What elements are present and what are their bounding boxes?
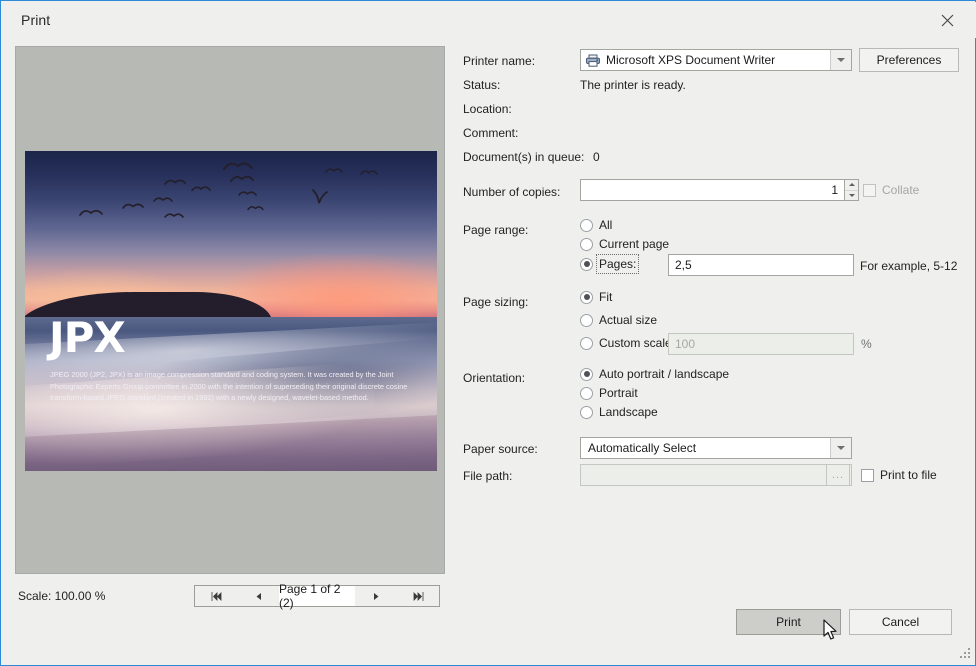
comment-label: Comment: — [463, 126, 518, 140]
last-page-icon[interactable] — [397, 586, 439, 606]
printer-icon — [581, 54, 600, 67]
queue-value: 0 — [593, 150, 600, 164]
page-title: Print — [21, 12, 50, 28]
page-sizing-radio-fit[interactable]: Fit — [580, 290, 612, 304]
page-range-radio-current-page[interactable]: Current page — [580, 237, 669, 251]
orientation-landscape-label: Landscape — [599, 405, 658, 419]
print-preview-pane[interactable]: JPX JPEG 2000 (JP2, JPX) is an image com… — [15, 46, 445, 574]
custom-scale-input: 100 — [668, 333, 854, 355]
stepper-up-icon[interactable] — [845, 180, 858, 191]
page-sizing-radio-actual-size[interactable]: Actual size — [580, 313, 657, 327]
file-path-label: File path: — [463, 469, 512, 483]
bird-icon — [311, 187, 329, 205]
stepper-down-icon[interactable] — [845, 191, 858, 201]
bird-icon — [247, 204, 264, 212]
printer-name-label: Printer name: — [463, 54, 535, 68]
page-range-all-label: All — [599, 218, 612, 232]
preview-page-image: JPX JPEG 2000 (JP2, JPX) is an image com… — [25, 151, 437, 471]
print-dialog: Print — [0, 0, 976, 666]
bird-icon — [164, 177, 186, 187]
radio-dot — [580, 238, 593, 251]
radio-dot — [580, 387, 593, 400]
page-sizing-actual-size-label: Actual size — [599, 313, 657, 327]
page-sizing-fit-label: Fit — [599, 290, 612, 304]
copies-stepper[interactable] — [845, 179, 859, 201]
scale-label: Scale: 100.00 % — [18, 589, 105, 603]
status-value: The printer is ready. — [580, 78, 686, 92]
orientation-radio-landscape[interactable]: Landscape — [580, 405, 658, 419]
preview-body-text: JPEG 2000 (JP2, JPX) is an image compres… — [50, 369, 420, 404]
copies-value: 1 — [581, 183, 844, 197]
orientation-auto-label: Auto portrait / landscape — [599, 367, 729, 381]
printer-name-value: Microsoft XPS Document Writer — [600, 53, 830, 67]
bird-icon — [238, 189, 257, 198]
custom-scale-value: 100 — [669, 337, 853, 351]
bird-icon — [230, 173, 254, 184]
print-to-file-checkbox[interactable]: Print to file — [861, 468, 937, 482]
radio-dot — [580, 219, 593, 232]
radio-dot — [580, 337, 593, 350]
page-sizing-label: Page sizing: — [463, 295, 528, 309]
pages-value: 2,5 — [669, 258, 853, 272]
bird-icon — [79, 207, 103, 218]
title-bar: Print — [2, 2, 976, 38]
preferences-button[interactable]: Preferences — [859, 48, 959, 72]
radio-dot-selected — [580, 368, 593, 381]
paper-source-value: Automatically Select — [581, 441, 830, 455]
collate-checkbox-box — [863, 184, 876, 197]
copies-label: Number of copies: — [463, 185, 560, 199]
mouse-cursor — [823, 619, 839, 644]
close-icon[interactable] — [919, 3, 975, 37]
print-to-file-checkbox-box[interactable] — [861, 469, 874, 482]
cancel-button[interactable]: Cancel — [849, 609, 952, 635]
bird-icon — [360, 168, 378, 177]
resize-grip[interactable] — [959, 647, 971, 662]
queue-label: Document(s) in queue: — [463, 150, 584, 164]
radio-dot-selected — [580, 258, 593, 271]
orientation-portrait-label: Portrait — [599, 386, 638, 400]
percent-symbol: % — [861, 337, 872, 351]
bird-icon — [164, 211, 184, 220]
page-range-pages-label: Pages: — [599, 257, 636, 271]
page-sizing-custom-scale-label: Custom scale: — [599, 336, 675, 350]
page-range-label: Page range: — [463, 223, 528, 237]
chevron-down-icon[interactable] — [830, 438, 851, 458]
copies-input[interactable]: 1 — [580, 179, 845, 201]
print-to-file-label: Print to file — [880, 468, 937, 482]
radio-dot — [580, 314, 593, 327]
page-indicator: Page 1 of 2 (2) — [279, 586, 355, 606]
status-label: Status: — [463, 78, 500, 92]
page-range-radio-all[interactable]: All — [580, 218, 612, 232]
bird-icon — [153, 195, 173, 204]
pages-input[interactable]: 2,5 — [668, 254, 854, 276]
browse-button: ... — [826, 464, 850, 486]
orientation-label: Orientation: — [463, 371, 525, 385]
previous-page-icon[interactable] — [237, 586, 279, 606]
bird-icon — [122, 201, 144, 211]
collate-checkbox: Collate — [863, 183, 919, 197]
radio-dot-selected — [580, 291, 593, 304]
page-sizing-radio-custom-scale[interactable]: Custom scale: — [580, 336, 675, 350]
bird-icon — [223, 159, 253, 173]
page-navigator: Page 1 of 2 (2) — [194, 585, 440, 607]
preview-heading: JPX — [49, 317, 125, 359]
bird-icon — [191, 184, 211, 193]
radio-dot — [580, 406, 593, 419]
chevron-down-icon[interactable] — [830, 50, 851, 70]
paper-source-combo[interactable]: Automatically Select — [580, 437, 852, 459]
paper-source-label: Paper source: — [463, 442, 538, 456]
file-path-input: ... — [580, 464, 852, 486]
first-page-icon[interactable] — [195, 586, 237, 606]
orientation-radio-auto[interactable]: Auto portrait / landscape — [580, 367, 729, 381]
collate-label: Collate — [882, 183, 919, 197]
page-range-radio-pages[interactable]: Pages: — [580, 257, 636, 271]
orientation-radio-portrait[interactable]: Portrait — [580, 386, 638, 400]
pages-hint: For example, 5-12 — [860, 259, 957, 273]
next-page-icon[interactable] — [355, 586, 397, 606]
page-range-current-page-label: Current page — [599, 237, 669, 251]
location-label: Location: — [463, 102, 512, 116]
bird-icon — [325, 166, 343, 175]
printer-name-combo[interactable]: Microsoft XPS Document Writer — [580, 49, 852, 71]
